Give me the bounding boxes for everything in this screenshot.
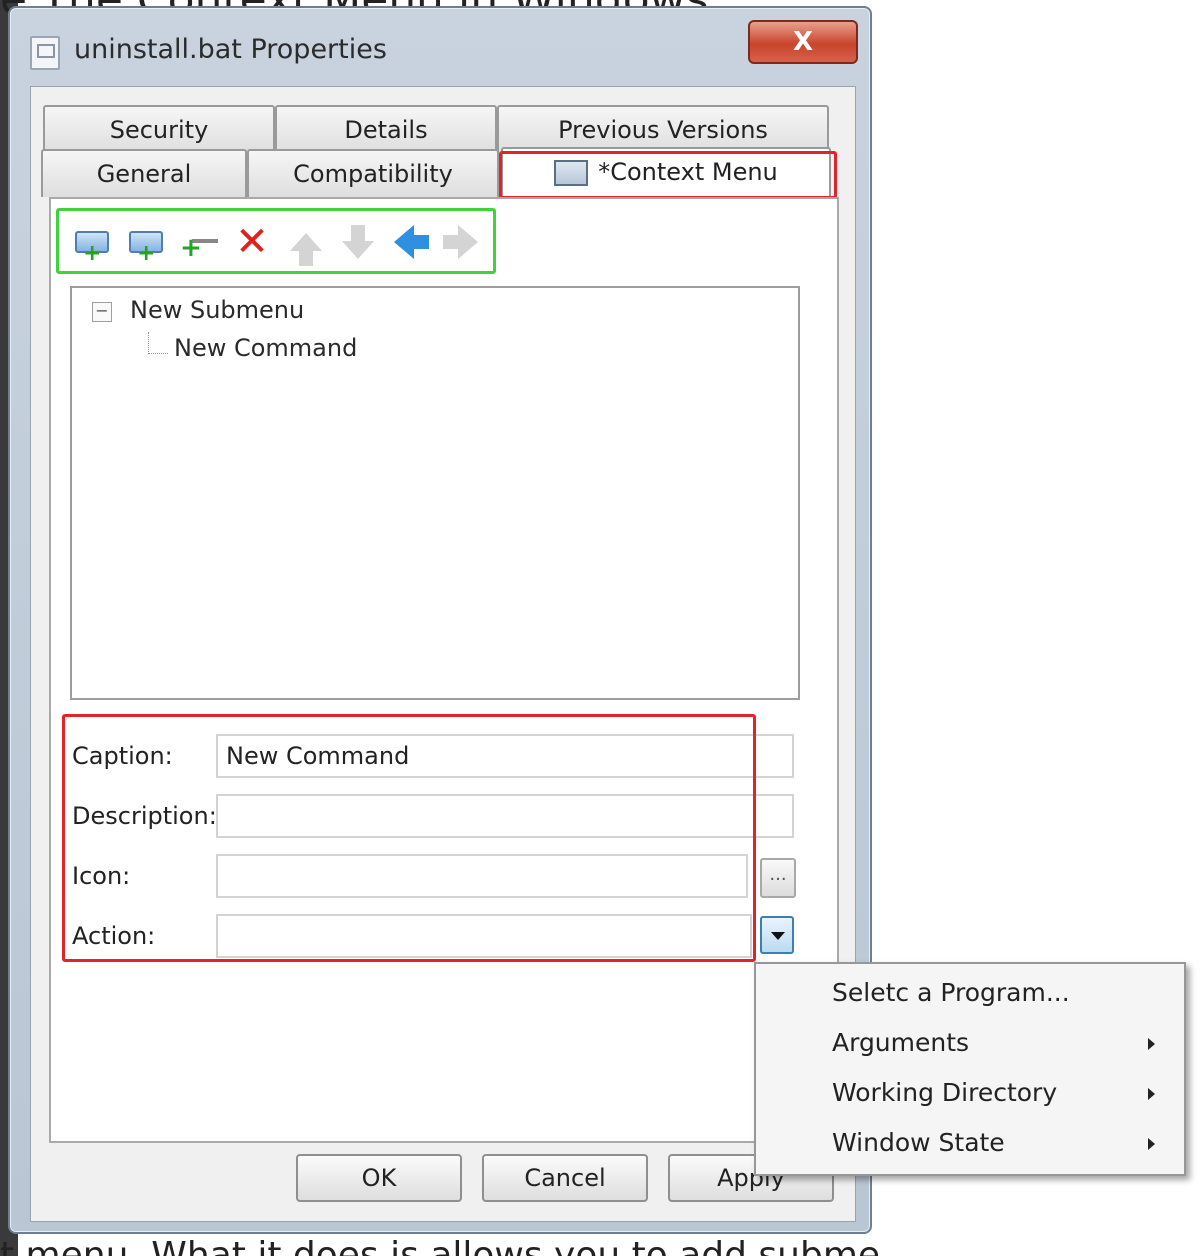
- add-submenu-button[interactable]: +: [72, 222, 112, 265]
- context-menu-tab-highlight: [499, 151, 837, 199]
- file-icon: [30, 36, 60, 70]
- move-left-icon: [394, 225, 429, 259]
- menu-tree[interactable]: − New Submenu New Command: [70, 286, 800, 700]
- tree-expander[interactable]: −: [92, 302, 112, 322]
- tab-details[interactable]: Details: [275, 105, 497, 153]
- submenu-arrow-icon: [1148, 1138, 1155, 1150]
- move-down-button[interactable]: [338, 222, 378, 262]
- menu-item-arguments[interactable]: Arguments: [832, 1028, 969, 1057]
- move-down-icon: [342, 225, 374, 259]
- browse-icon-button[interactable]: ...: [760, 858, 796, 898]
- background-article-text: t menu. What it does is allows you to ad…: [0, 1235, 880, 1256]
- fields-highlight: [62, 714, 756, 962]
- delete-icon: ✕: [235, 219, 269, 265]
- add-command-icon: +: [129, 231, 163, 265]
- move-up-button[interactable]: [286, 222, 326, 266]
- title-bar[interactable]: uninstall.bat Properties X: [10, 8, 870, 86]
- move-left-button[interactable]: [390, 222, 430, 262]
- tab-previous-versions[interactable]: Previous Versions: [497, 105, 829, 153]
- tree-node-command[interactable]: New Command: [174, 334, 357, 362]
- tree-connector: [148, 332, 168, 354]
- cancel-button[interactable]: Cancel: [482, 1154, 648, 1202]
- tab-security[interactable]: Security: [43, 105, 275, 153]
- action-dropdown-button[interactable]: [760, 916, 794, 954]
- close-button[interactable]: X: [748, 20, 858, 64]
- submenu-arrow-icon: [1148, 1038, 1155, 1050]
- toolbar: + + + ✕: [52, 212, 492, 270]
- move-up-icon: [290, 233, 322, 266]
- add-command-button[interactable]: +: [126, 222, 166, 265]
- move-right-button[interactable]: [442, 222, 482, 262]
- ok-button[interactable]: OK: [296, 1154, 462, 1202]
- menu-item-window-state[interactable]: Window State: [832, 1128, 1005, 1157]
- add-submenu-icon: +: [75, 231, 109, 265]
- add-separator-icon: +: [180, 227, 218, 261]
- tab-general[interactable]: General: [41, 149, 247, 197]
- menu-item-select-program[interactable]: Seletc a Program...: [832, 978, 1070, 1007]
- delete-button[interactable]: ✕: [232, 222, 272, 262]
- move-right-icon: [443, 225, 478, 259]
- tab-compatibility[interactable]: Compatibility: [247, 149, 499, 197]
- window-title: uninstall.bat Properties: [74, 34, 387, 65]
- add-separator-button[interactable]: +: [178, 222, 218, 262]
- submenu-arrow-icon: [1148, 1088, 1155, 1100]
- menu-item-working-directory[interactable]: Working Directory: [832, 1078, 1057, 1107]
- action-context-menu: Seletc a Program... Arguments Working Di…: [754, 962, 1186, 1176]
- tree-node-submenu[interactable]: New Submenu: [130, 296, 304, 324]
